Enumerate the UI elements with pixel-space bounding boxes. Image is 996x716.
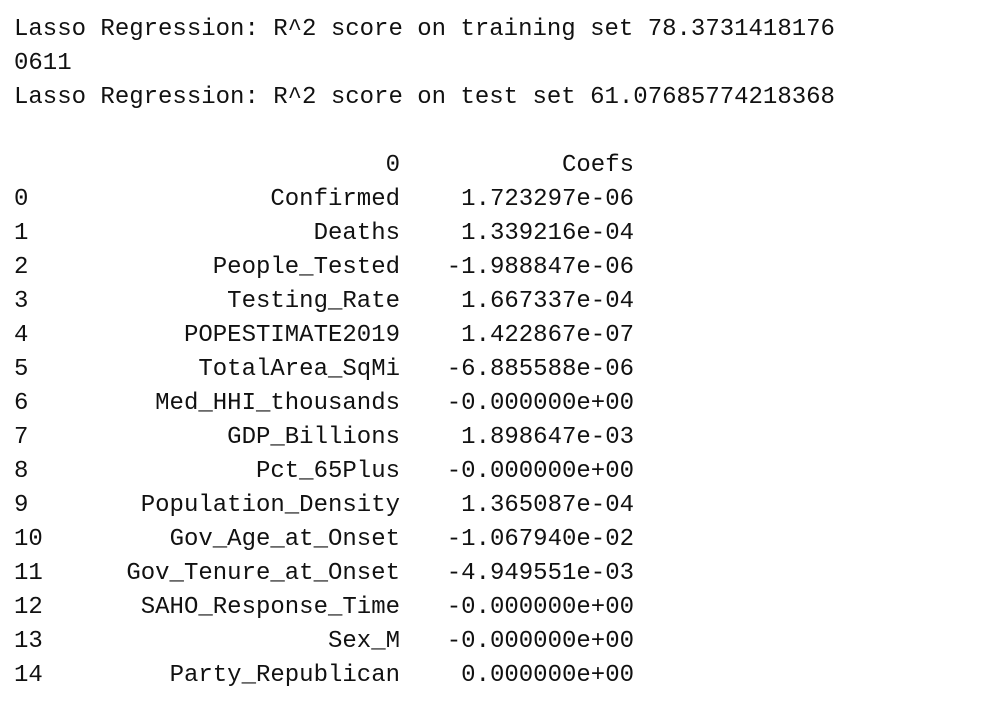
row-coef: -0.000000e+00 <box>446 628 634 655</box>
row-feature: Med_HHI_thousands <box>155 390 400 417</box>
row-index: 6 <box>14 390 29 417</box>
console-output: Lasso Regression: R^2 score on training … <box>14 13 982 693</box>
row-feature: Pct_65Plus <box>255 458 400 485</box>
row-feature: Testing_Rate <box>227 288 400 315</box>
row-feature: Population_Density <box>140 492 400 519</box>
row-coef: -0.000000e+00 <box>446 390 634 417</box>
row-index: 4 <box>14 322 29 349</box>
row-feature: People_Tested <box>212 254 400 281</box>
header-index <box>14 149 80 183</box>
row-index: 14 <box>14 662 43 689</box>
row-index: 8 <box>14 458 29 485</box>
table-row: 13 Sex_M -0.000000e+00 <box>14 625 982 659</box>
row-index: 2 <box>14 254 29 281</box>
row-coef: 1.339216e-04 <box>461 220 634 247</box>
table-row: 2 People_Tested -1.988847e-06 <box>14 251 982 285</box>
row-index: 11 <box>14 560 43 587</box>
row-index: 7 <box>14 424 29 451</box>
row-coef: 1.898647e-03 <box>461 424 634 451</box>
row-feature: POPESTIMATE2019 <box>183 322 400 349</box>
table-row: 0 Confirmed 1.723297e-06 <box>14 183 982 217</box>
row-index: 0 <box>14 186 29 213</box>
row-index: 12 <box>14 594 43 621</box>
test-score-line: Lasso Regression: R^2 score on test set … <box>14 84 835 111</box>
row-index: 13 <box>14 628 43 655</box>
table-row: 10 Gov_Age_at_Onset -1.067940e-02 <box>14 523 982 557</box>
table-row: 14 Party_Republican 0.000000e+00 <box>14 659 982 693</box>
row-index: 5 <box>14 356 29 383</box>
training-score-line: Lasso Regression: R^2 score on training … <box>14 16 835 43</box>
row-coef: 1.723297e-06 <box>461 186 634 213</box>
row-feature: Confirmed <box>270 186 400 213</box>
table-row: 1 Deaths 1.339216e-04 <box>14 217 982 251</box>
table-row: 9 Population_Density 1.365087e-04 <box>14 489 982 523</box>
row-feature: Sex_M <box>327 628 400 655</box>
row-coef: 1.667337e-04 <box>461 288 634 315</box>
row-coef: 1.365087e-04 <box>461 492 634 519</box>
row-feature: Gov_Age_at_Onset <box>169 526 400 553</box>
table-row: 7 GDP_Billions 1.898647e-03 <box>14 421 982 455</box>
row-feature: GDP_Billions <box>227 424 400 451</box>
table-row: 12 SAHO_Response_Time -0.000000e+00 <box>14 591 982 625</box>
training-score-line-wrap: 0611 <box>14 50 72 77</box>
header-column-0: 0 <box>385 152 400 179</box>
row-index: 3 <box>14 288 29 315</box>
row-feature: SAHO_Response_Time <box>140 594 400 621</box>
row-index: 9 <box>14 492 29 519</box>
row-coef: -0.000000e+00 <box>446 458 634 485</box>
table-row: 3 Testing_Rate 1.667337e-04 <box>14 285 982 319</box>
row-index: 1 <box>14 220 29 247</box>
table-header-row: 0 Coefs <box>14 149 982 183</box>
row-coef: -4.949551e-03 <box>446 560 634 587</box>
row-coef: -0.000000e+00 <box>446 594 634 621</box>
row-feature: Deaths <box>313 220 400 247</box>
row-coef: 0.000000e+00 <box>461 662 634 689</box>
coefficients-table: 0 Coefs 0 Confirmed 1.723297e-06 1 Death… <box>14 149 982 693</box>
row-coef: 1.422867e-07 <box>461 322 634 349</box>
row-feature: Gov_Tenure_at_Onset <box>126 560 400 587</box>
row-feature: TotalArea_SqMi <box>198 356 400 383</box>
header-column-coefs: Coefs <box>561 152 634 179</box>
table-row: 4 POPESTIMATE2019 1.422867e-07 <box>14 319 982 353</box>
row-coef: -6.885588e-06 <box>446 356 634 383</box>
row-index: 10 <box>14 526 43 553</box>
table-row: 11 Gov_Tenure_at_Onset -4.949551e-03 <box>14 557 982 591</box>
row-coef: -1.988847e-06 <box>446 254 634 281</box>
table-row: 5 TotalArea_SqMi -6.885588e-06 <box>14 353 982 387</box>
table-row: 8 Pct_65Plus -0.000000e+00 <box>14 455 982 489</box>
table-row: 6 Med_HHI_thousands -0.000000e+00 <box>14 387 982 421</box>
row-coef: -1.067940e-02 <box>446 526 634 553</box>
row-feature: Party_Republican <box>169 662 400 689</box>
